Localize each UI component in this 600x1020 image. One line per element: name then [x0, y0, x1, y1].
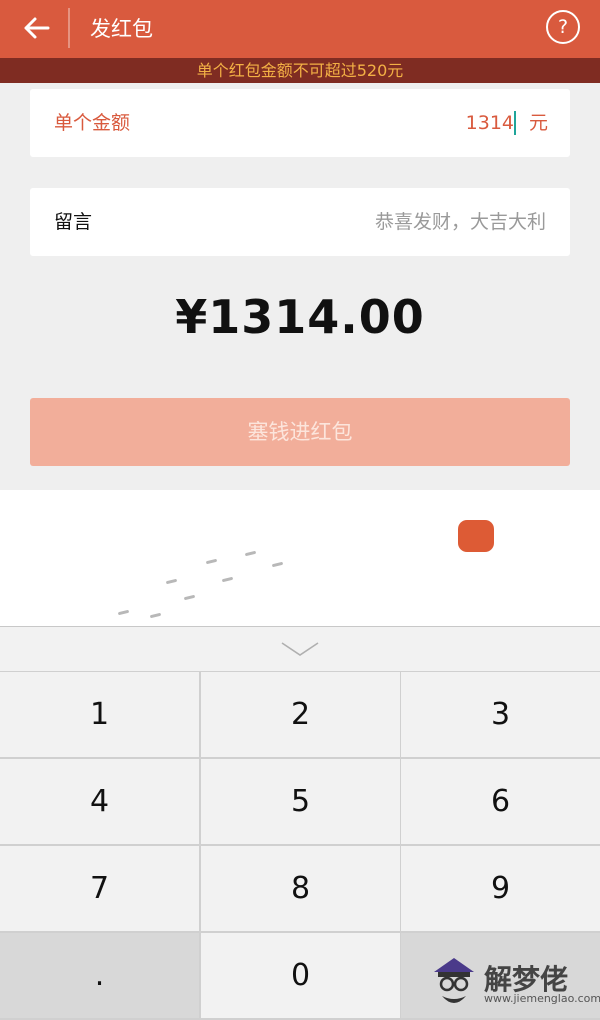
footprint-mark: [165, 578, 178, 585]
header-divider: [68, 8, 70, 48]
footprint-mark: [244, 550, 257, 557]
key-0[interactable]: 0: [201, 933, 400, 1018]
key-2[interactable]: 2: [201, 672, 400, 757]
key-5[interactable]: 5: [201, 759, 400, 844]
footprint-mark: [183, 594, 196, 601]
amount-input[interactable]: 1314: [466, 89, 514, 157]
amount-unit: 元: [528, 112, 548, 134]
site-watermark: 解梦佬 www.jiemenglao.com: [428, 950, 600, 1016]
key-4[interactable]: 4: [0, 759, 199, 844]
key-3[interactable]: 3: [401, 672, 600, 757]
detective-logo-icon: [434, 958, 474, 1003]
text-cursor: [514, 111, 516, 135]
amount-field[interactable]: 单个金额 1314 元: [30, 89, 570, 157]
footprint-mark: [149, 612, 162, 619]
footprint-mark: [117, 609, 130, 616]
watermark-url: www.jiemenglao.com: [484, 992, 600, 1005]
page-title: 发红包: [90, 17, 153, 41]
message-label: 留言: [54, 211, 93, 233]
message-field[interactable]: 留言 恭喜发财，大吉大利: [30, 188, 570, 256]
back-button[interactable]: [18, 10, 54, 46]
key-decimal[interactable]: .: [0, 933, 199, 1018]
key-7[interactable]: 7: [0, 846, 199, 931]
top-bar: 发红包 ?: [0, 0, 600, 58]
submit-button[interactable]: 塞钱进红包: [30, 398, 570, 466]
amount-label: 单个金额: [54, 112, 131, 134]
message-input[interactable]: 恭喜发财，大吉大利: [375, 188, 546, 256]
help-button[interactable]: ?: [546, 10, 580, 44]
key-1[interactable]: 1: [0, 672, 199, 757]
key-9[interactable]: 9: [401, 846, 600, 931]
footprint-mark: [221, 576, 234, 583]
chevron-down-icon: [281, 642, 319, 656]
footprint-mark: [271, 561, 284, 568]
limit-warning-banner: 单个红包金额不可超过520元: [0, 58, 600, 83]
decoration-area: [0, 490, 600, 626]
keyboard-collapse-button[interactable]: [0, 626, 600, 671]
key-8[interactable]: 8: [201, 846, 400, 931]
total-amount: ¥1314.00: [175, 290, 425, 344]
red-envelope-decoration: [458, 520, 494, 552]
arrow-left-icon: [24, 17, 50, 39]
footprint-mark: [205, 558, 218, 565]
key-6[interactable]: 6: [401, 759, 600, 844]
